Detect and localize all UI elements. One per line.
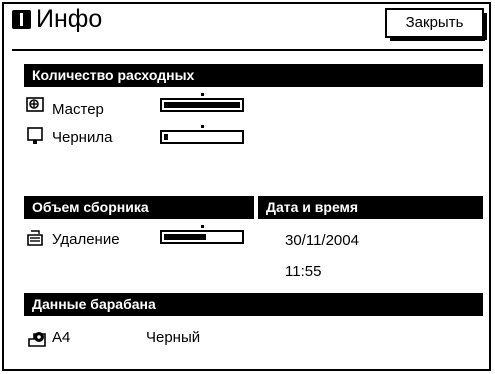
section-datetime-header: Дата и время xyxy=(258,196,483,219)
close-button[interactable]: Закрыть xyxy=(385,8,487,41)
ink-level-meter xyxy=(160,125,244,144)
ink-label: Чернила xyxy=(52,129,113,146)
title-divider xyxy=(12,49,483,51)
drum-icon xyxy=(26,326,48,348)
ink-icon xyxy=(26,127,44,145)
ink-level-fill xyxy=(164,134,168,140)
master-level-fill xyxy=(164,102,240,108)
discard-label: Удаление xyxy=(52,231,120,248)
discard-level-fill xyxy=(164,234,206,240)
master-level-meter xyxy=(160,93,244,112)
info-icon xyxy=(12,10,31,29)
date-value: 30/11/2004 xyxy=(285,232,359,249)
time-value: 11:55 xyxy=(285,263,322,280)
meter-tick xyxy=(201,125,204,128)
section-tray-header: Объем сборника xyxy=(24,196,254,219)
meter-tick xyxy=(201,225,204,228)
section-consumables-header: Количество расходных xyxy=(24,64,483,87)
discard-level-meter xyxy=(160,225,244,244)
master-icon xyxy=(26,96,44,114)
discard-box-icon xyxy=(26,229,44,247)
master-label: Мастер xyxy=(52,101,104,118)
section-drum-header: Данные барабана xyxy=(24,293,483,316)
drum-size: A4 xyxy=(52,329,71,346)
page-title: Инфо xyxy=(36,5,103,33)
meter-tick xyxy=(201,93,204,96)
drum-ink-color: Черный xyxy=(146,329,201,346)
